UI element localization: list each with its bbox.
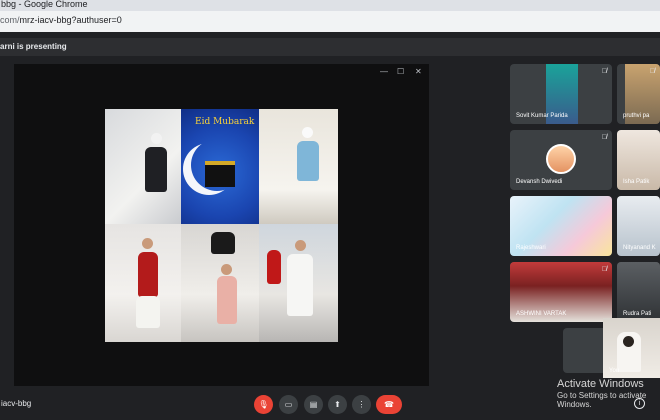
participant-tile[interactable]: Nityanand K <box>617 196 660 256</box>
close-icon[interactable]: ✕ <box>415 67 422 76</box>
photo-child-dancing-2 <box>259 109 338 224</box>
captions-button[interactable]: ▤ <box>304 395 323 414</box>
mic-off-icon: 🎙̸ <box>649 68 655 75</box>
url-prefix: com/ <box>0 15 20 25</box>
present-icon: ⬆ <box>334 400 341 409</box>
photo-child-dancing-1 <box>105 109 181 224</box>
mic-toggle-button[interactable]: 🎙 <box>254 395 273 414</box>
camera-icon: ▭ <box>284 400 293 409</box>
activate-windows-subtitle: Go to Settings to activate Windows. <box>557 391 647 409</box>
photo-child-dancing-3 <box>105 224 181 342</box>
self-view-tile[interactable]: You <box>603 318 660 378</box>
participant-name: Rudra Pati <box>623 311 652 317</box>
activate-windows-title: Activate Windows <box>557 378 644 390</box>
url-path: mrz-iacv-bbg?authuser=0 <box>19 15 122 25</box>
info-icon[interactable]: i <box>634 398 645 409</box>
photo-child-dancing-4 <box>181 224 259 342</box>
captions-icon: ▤ <box>309 400 318 409</box>
browser-title-bar: bbg - Google Chrome <box>0 0 660 11</box>
url-text[interactable]: com/mrz-iacv-bbg?authuser=0 <box>0 15 122 25</box>
participant-tile[interactable]: Rudra Pati <box>617 262 660 322</box>
mic-off-icon: 🎙̸ <box>601 266 607 273</box>
participant-tile[interactable]: 🎙̸ Sovit Kumar Parida <box>510 64 612 124</box>
window-title: bbg - Google Chrome <box>1 0 88 9</box>
participant-tile[interactable]: 🎙̸ ASHWINI VARTAK <box>510 262 612 322</box>
more-vert-icon: ⋮ <box>357 400 366 409</box>
participant-tile[interactable]: Rajeshwari <box>510 196 612 256</box>
photo-child-dancing-5 <box>259 224 338 342</box>
participant-name: Nityanand K <box>623 245 656 251</box>
participant-name: Devansh Dwivedi <box>516 179 563 185</box>
present-button[interactable]: ⬆ <box>328 395 347 414</box>
self-view-name: You <box>609 368 620 374</box>
eid-mubarak-card: Eid Mubarak <box>181 109 259 224</box>
address-bar[interactable]: com/mrz-iacv-bbg?authuser=0 <box>0 11 660 32</box>
end-call-button[interactable]: ☎ <box>376 395 402 414</box>
participant-name: Sovit Kumar Parida <box>516 113 568 119</box>
participant-name: Isha Patik <box>623 179 650 185</box>
mic-off-icon: 🎙̸ <box>601 134 607 141</box>
presentation-slide: Eid Mubarak <box>105 109 338 342</box>
end-call-icon: ☎ <box>384 400 394 409</box>
kaaba-graphic <box>205 161 235 187</box>
participant-name: pruthvi pa <box>623 113 650 119</box>
presenting-text: arni is presenting <box>0 42 67 51</box>
mic-off-icon: 🎙̸ <box>601 68 607 75</box>
meeting-code: iacv-bbg <box>1 399 32 408</box>
participant-name: Rajeshwari <box>516 245 546 251</box>
more-options-button[interactable]: ⋮ <box>352 395 371 414</box>
participant-name: ASHWINI VARTAK <box>516 311 567 317</box>
eid-greeting-text: Eid Mubarak <box>195 117 255 127</box>
presenting-banner: arni is presenting <box>0 38 660 56</box>
minimize-icon[interactable]: — <box>380 67 388 76</box>
mic-off-icon: 🎙 <box>258 400 269 409</box>
camera-toggle-button[interactable]: ▭ <box>279 395 298 414</box>
participant-tile[interactable]: 🎙̸ pruthvi pa <box>617 64 660 124</box>
maximize-icon[interactable]: ☐ <box>397 67 404 76</box>
avatar <box>546 144 576 174</box>
participant-tile[interactable]: 🎙̸ Devansh Dwivedi <box>510 130 612 190</box>
participant-tile[interactable]: Isha Patik <box>617 130 660 190</box>
